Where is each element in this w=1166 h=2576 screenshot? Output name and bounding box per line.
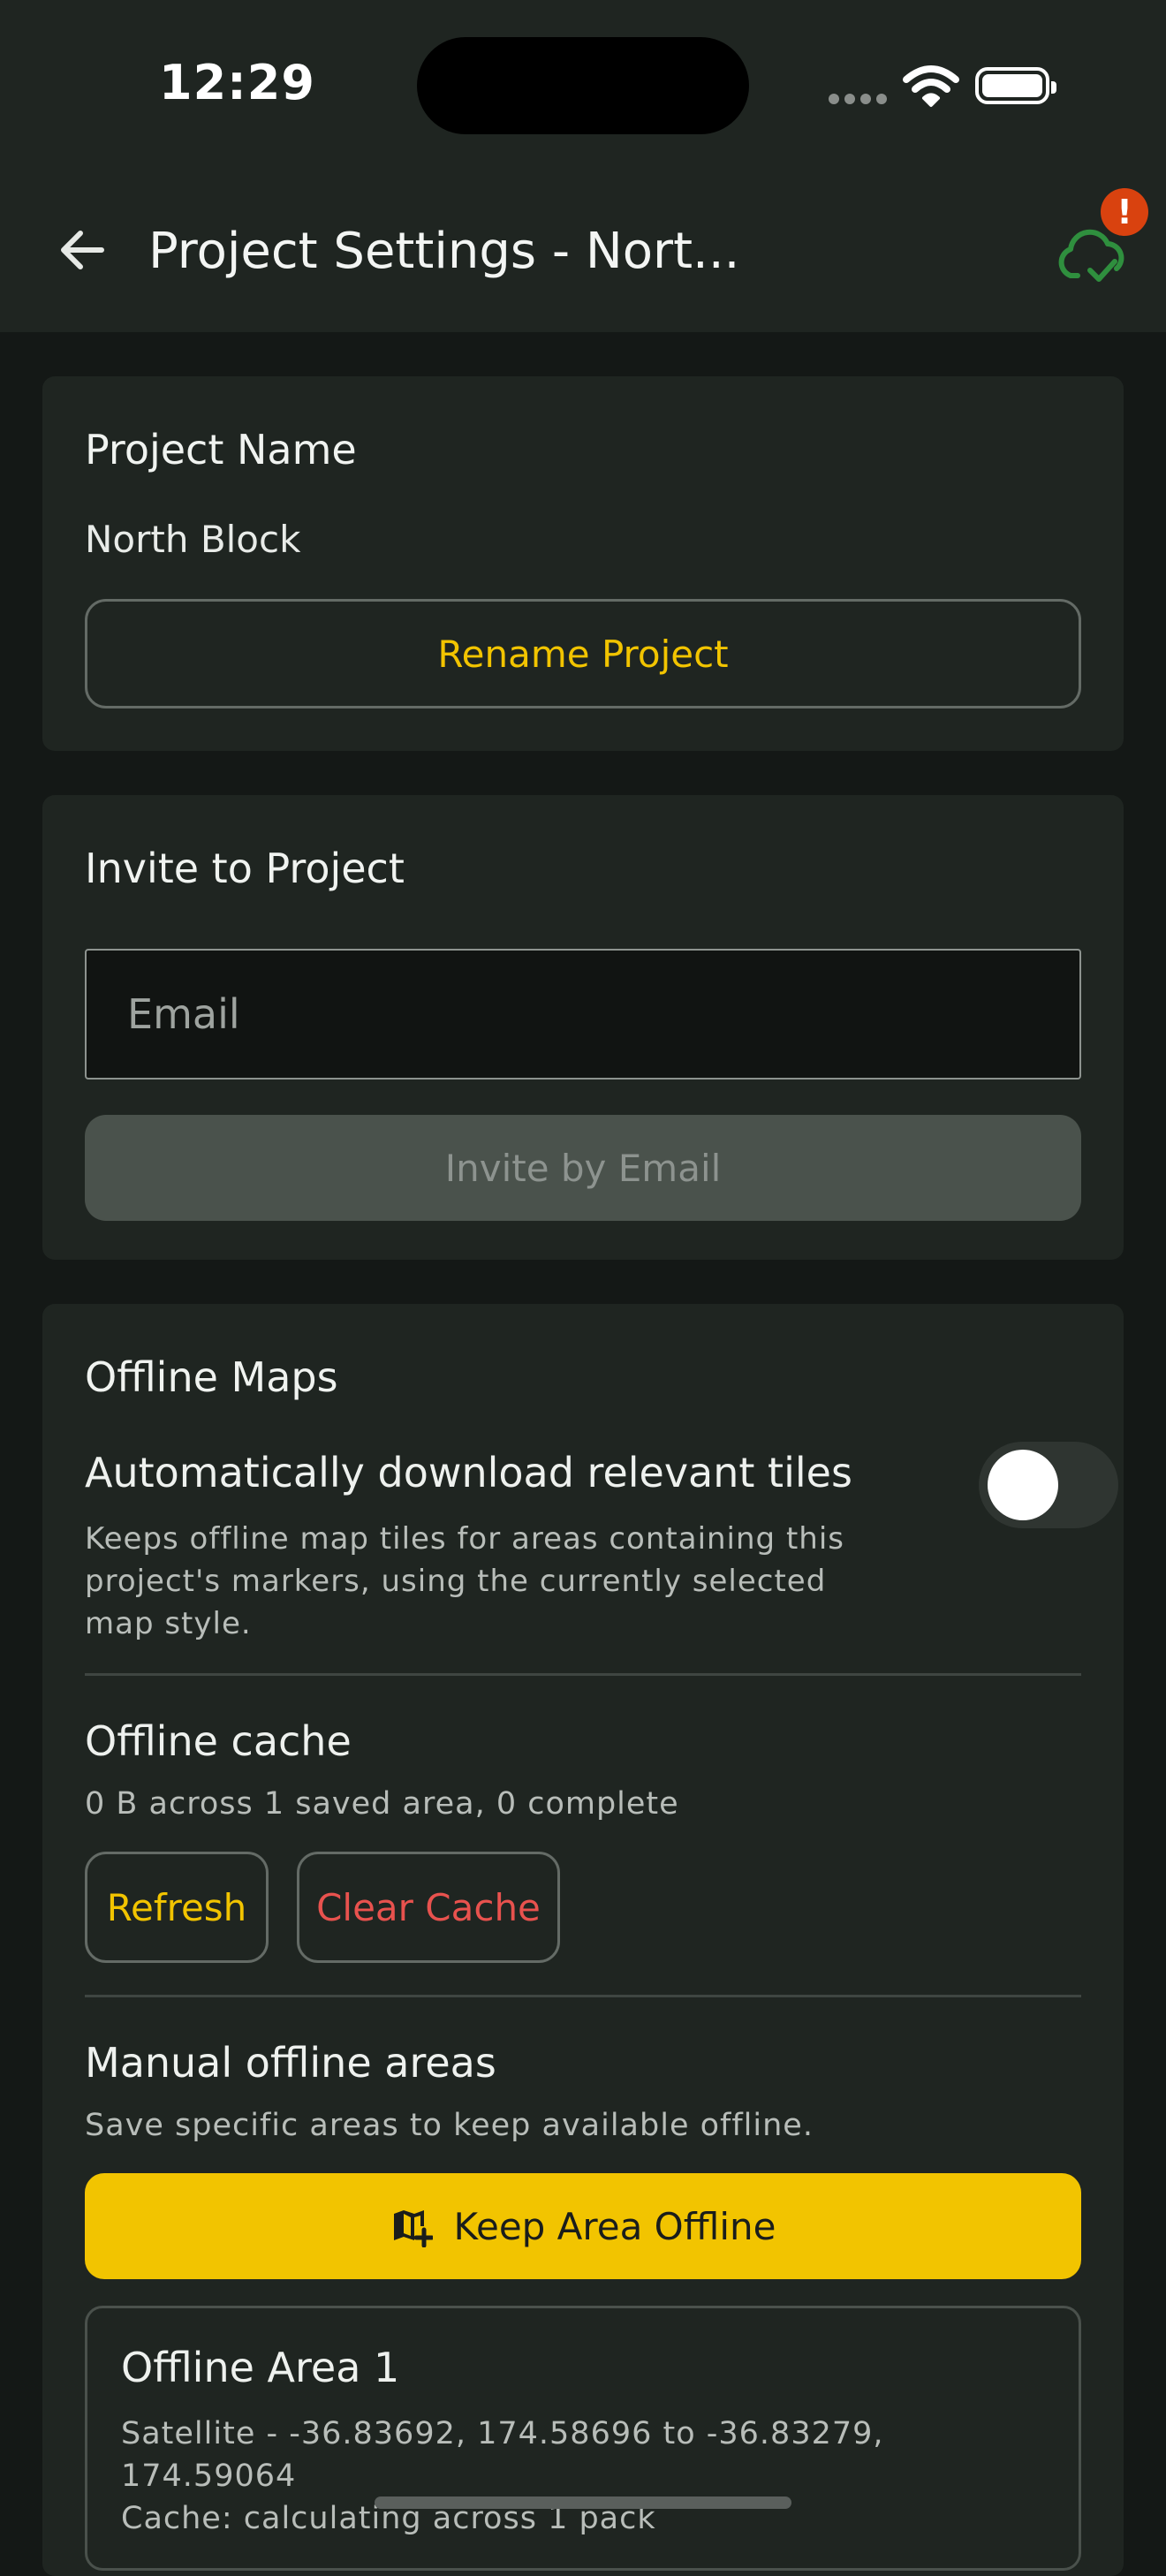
offline-cache-label: Offline cache bbox=[85, 1717, 352, 1765]
toggle-knob bbox=[988, 1450, 1058, 1520]
battery-icon bbox=[975, 67, 1056, 104]
keep-area-offline-button[interactable]: Keep Area Offline bbox=[85, 2173, 1081, 2279]
auto-download-toggle[interactable] bbox=[979, 1442, 1118, 1528]
offline-area-details: Satellite - -36.83692, 174.58696 to -36.… bbox=[121, 2413, 884, 2540]
manual-areas-label: Manual offline areas bbox=[85, 2039, 496, 2087]
manual-areas-description: Save specific areas to keep available of… bbox=[85, 2108, 814, 2143]
description-line: Keeps offline map tiles for areas contai… bbox=[85, 1521, 844, 1557]
auto-download-description: Keeps offline map tiles for areas contai… bbox=[85, 1518, 968, 1645]
status-bar: 12:29 bbox=[0, 0, 1166, 177]
wifi-icon bbox=[903, 65, 959, 107]
back-button[interactable] bbox=[51, 219, 113, 281]
project-name-heading: Project Name bbox=[85, 426, 357, 474]
offline-maps-heading: Offline Maps bbox=[85, 1353, 338, 1401]
sync-warning-badge: ! bbox=[1101, 188, 1148, 236]
keep-area-offline-label: Keep Area Offline bbox=[453, 2204, 776, 2248]
divider bbox=[85, 1673, 1081, 1676]
description-line: project's markers, using the currently s… bbox=[85, 1564, 827, 1599]
offline-area-detail-line: Satellite - -36.83692, 174.58696 to -36.… bbox=[121, 2416, 884, 2451]
email-input[interactable]: Email bbox=[85, 949, 1081, 1080]
arrow-left-icon bbox=[61, 231, 104, 269]
email-placeholder: Email bbox=[127, 990, 240, 1038]
clear-cache-button[interactable]: Clear Cache bbox=[297, 1852, 560, 1963]
dynamic-island bbox=[417, 37, 749, 134]
offline-area-title: Offline Area 1 bbox=[121, 2344, 400, 2391]
description-line: map style. bbox=[85, 1606, 252, 1641]
invite-heading: Invite to Project bbox=[85, 845, 405, 892]
page-title: Project Settings - Nort... bbox=[148, 223, 740, 280]
offline-area-card[interactable]: Offline Area 1 Satellite - -36.83692, 17… bbox=[85, 2306, 1081, 2571]
home-indicator bbox=[375, 2496, 791, 2509]
refresh-button[interactable]: Refresh bbox=[85, 1852, 269, 1963]
divider bbox=[85, 1995, 1081, 1997]
app-bar: Project Settings - Nort... bbox=[0, 177, 1166, 332]
auto-download-label: Automatically download relevant tiles bbox=[85, 1449, 852, 1496]
offline-area-detail-line: 174.59064 bbox=[121, 2459, 297, 2494]
map-plus-icon bbox=[393, 2210, 433, 2247]
offline-maps-card: Offline Maps Automatically download rele… bbox=[42, 1304, 1124, 2576]
rename-project-button[interactable]: Rename Project bbox=[85, 599, 1081, 708]
project-name-value: North Block bbox=[85, 518, 301, 561]
project-name-card: Project Name North Block Rename Project bbox=[42, 376, 1124, 751]
invite-card: Invite to Project Email Invite by Email bbox=[42, 795, 1124, 1260]
invite-by-email-button[interactable]: Invite by Email bbox=[85, 1115, 1081, 1221]
status-time: 12:29 bbox=[159, 55, 315, 110]
offline-cache-summary: 0 B across 1 saved area, 0 complete bbox=[85, 1786, 679, 1822]
